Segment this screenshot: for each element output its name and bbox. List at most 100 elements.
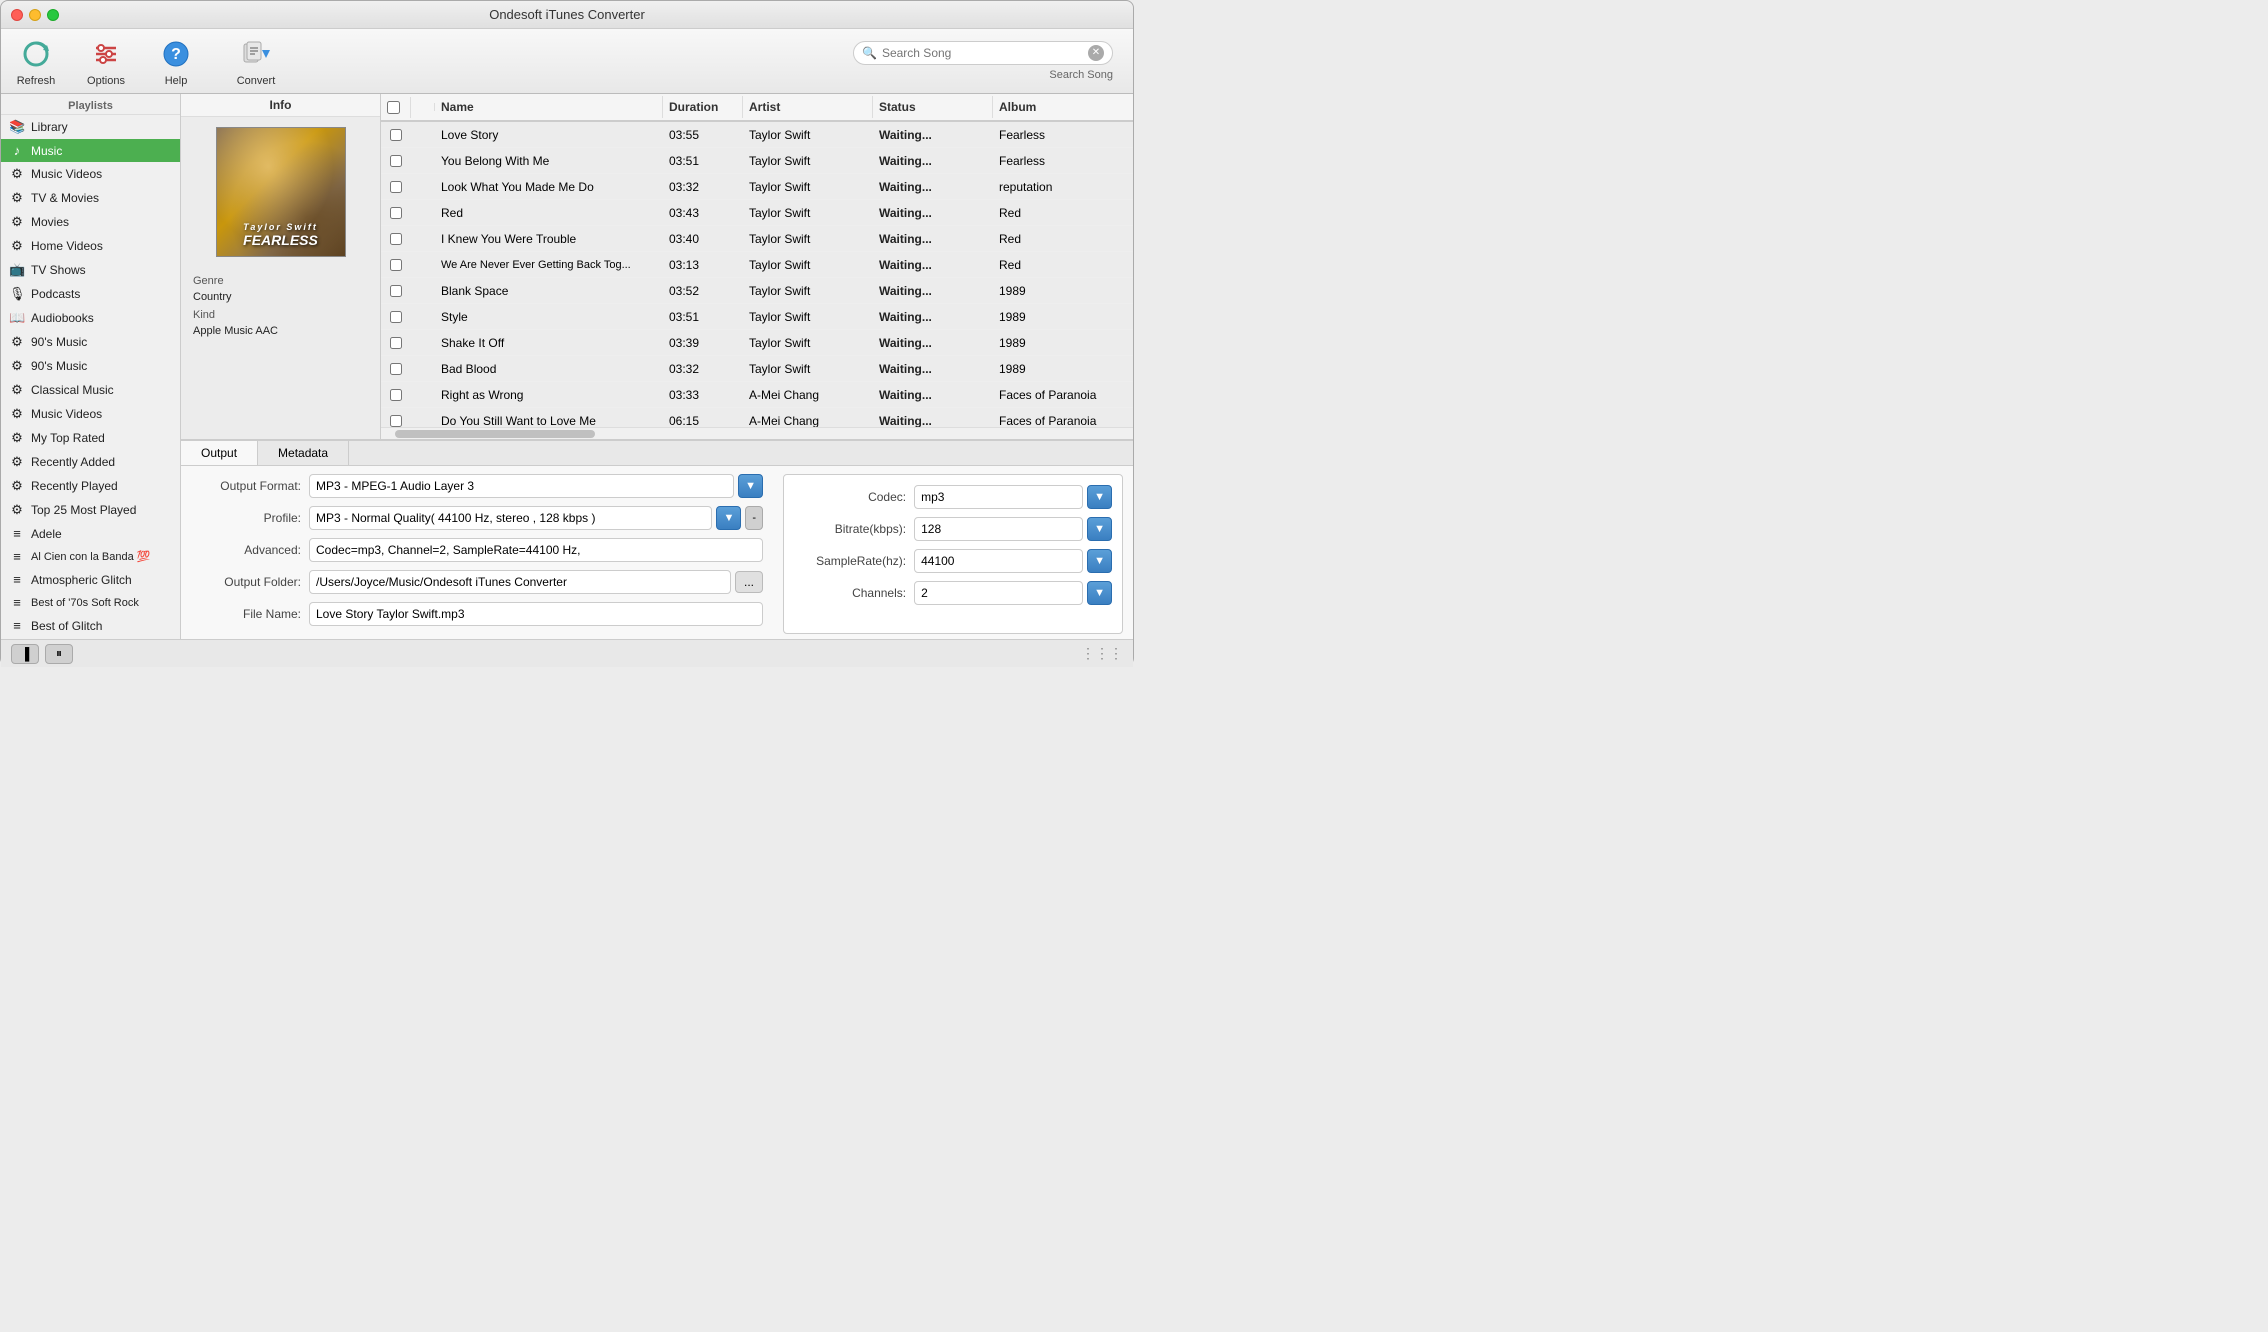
table-row[interactable]: Right as Wrong 03:33 A-Mei Chang Waiting…	[381, 382, 1133, 408]
table-row[interactable]: Red 03:43 Taylor Swift Waiting... Red	[381, 200, 1133, 226]
sidebar-item-music-videos-2[interactable]: ⚙ Music Videos	[1, 402, 180, 426]
horizontal-scrollbar[interactable]	[381, 427, 1133, 439]
row-checkbox[interactable]	[390, 181, 402, 193]
table-row[interactable]: Love Story 03:55 Taylor Swift Waiting...…	[381, 122, 1133, 148]
table-row[interactable]: I Knew You Were Trouble 03:40 Taylor Swi…	[381, 226, 1133, 252]
maximize-button[interactable]	[47, 9, 59, 21]
profile-minus[interactable]: -	[745, 506, 763, 530]
profile-dropdown[interactable]: ▼	[716, 506, 741, 530]
sidebar-item-recently-added[interactable]: ⚙ Recently Added	[1, 450, 180, 474]
row-checkbox[interactable]	[390, 415, 402, 427]
horizontal-scrollbar-thumb[interactable]	[395, 430, 595, 438]
sidebar-item-tv-shows[interactable]: 📺 TV Shows	[1, 258, 180, 282]
sidebar-item-classical[interactable]: ⚙ Classical Music	[1, 378, 180, 402]
sidebar-item-audiobooks[interactable]: 📖 Audiobooks	[1, 306, 180, 330]
sidebar-item-brad-paisley[interactable]: ≡ Brad Paisley - Love and Wa...	[1, 637, 180, 639]
samplerate-dropdown[interactable]: ▼	[1087, 549, 1112, 573]
row-checkbox[interactable]	[390, 259, 402, 271]
profile-input[interactable]	[309, 506, 712, 530]
minimize-button[interactable]	[29, 9, 41, 21]
row-checkbox[interactable]	[390, 155, 402, 167]
tab-output[interactable]: Output	[181, 441, 258, 465]
row-checkbox-container[interactable]	[381, 256, 411, 274]
row-checkbox-container[interactable]	[381, 282, 411, 300]
col-select-all[interactable]	[381, 97, 411, 118]
channels-dropdown[interactable]: ▼	[1087, 581, 1112, 605]
channels-input[interactable]	[914, 581, 1083, 605]
play-button[interactable]: ▐	[11, 644, 39, 664]
output-format-dropdown[interactable]: ▼	[738, 474, 763, 498]
sidebar-item-library[interactable]: 📚 Library	[1, 115, 180, 139]
row-checkbox[interactable]	[390, 337, 402, 349]
row-checkbox[interactable]	[390, 207, 402, 219]
table-row[interactable]: You Belong With Me 03:51 Taylor Swift Wa…	[381, 148, 1133, 174]
row-checkbox-container[interactable]	[381, 386, 411, 404]
samplerate-row: SampleRate(hz): ▼	[794, 549, 1112, 573]
row-checkbox[interactable]	[390, 363, 402, 375]
browse-folder-button[interactable]: ...	[735, 571, 763, 593]
row-checkbox-container[interactable]	[381, 152, 411, 170]
sidebar-item-home-videos[interactable]: ⚙ Home Videos	[1, 234, 180, 258]
table-row[interactable]: Blank Space 03:52 Taylor Swift Waiting..…	[381, 278, 1133, 304]
sidebar-item-al-cien[interactable]: ≡ Al Cien con la Banda 💯	[1, 545, 180, 568]
table-row[interactable]: Look What You Made Me Do 03:32 Taylor Sw…	[381, 174, 1133, 200]
row-checkbox-container[interactable]	[381, 308, 411, 326]
podcasts-icon: 🎙	[9, 286, 25, 302]
output-folder-input[interactable]	[309, 570, 731, 594]
sidebar-item-best-70s[interactable]: ≡ Best of '70s Soft Rock	[1, 591, 180, 614]
sidebar-item-my-top-rated[interactable]: ⚙ My Top Rated	[1, 426, 180, 450]
help-button[interactable]: ? Help	[151, 36, 201, 87]
help-icon: ?	[158, 36, 194, 72]
table-row[interactable]: Shake It Off 03:39 Taylor Swift Waiting.…	[381, 330, 1133, 356]
samplerate-input[interactable]	[914, 549, 1083, 573]
sidebar-item-adele[interactable]: ≡ Adele	[1, 522, 180, 545]
row-album: 1989	[993, 333, 1133, 353]
select-all-checkbox[interactable]	[387, 101, 400, 114]
table-row[interactable]: Style 03:51 Taylor Swift Waiting... 1989	[381, 304, 1133, 330]
table-row[interactable]: We Are Never Ever Getting Back Tog... 03…	[381, 252, 1133, 278]
sidebar-label-movies: Movies	[31, 215, 69, 229]
close-button[interactable]	[11, 9, 23, 21]
sidebar-item-atmospheric-glitch[interactable]: ≡ Atmospheric Glitch	[1, 568, 180, 591]
row-checkbox-container[interactable]	[381, 230, 411, 248]
refresh-button[interactable]: Refresh	[11, 36, 61, 87]
bitrate-input[interactable]	[914, 517, 1083, 541]
sidebar-item-90s-2[interactable]: ⚙ 90's Music	[1, 354, 180, 378]
sidebar-item-best-glitch[interactable]: ≡ Best of Glitch	[1, 614, 180, 637]
row-checkbox-container[interactable]	[381, 412, 411, 428]
tab-metadata[interactable]: Metadata	[258, 441, 349, 465]
codec-dropdown[interactable]: ▼	[1087, 485, 1112, 509]
row-checkbox-container[interactable]	[381, 126, 411, 144]
row-checkbox[interactable]	[390, 389, 402, 401]
row-checkbox-container[interactable]	[381, 204, 411, 222]
row-checkbox[interactable]	[390, 129, 402, 141]
advanced-input[interactable]	[309, 538, 763, 562]
output-format-input[interactable]	[309, 474, 734, 498]
row-checkbox-container[interactable]	[381, 178, 411, 196]
sidebar-item-music[interactable]: ♪ Music	[1, 139, 180, 162]
search-input[interactable]	[882, 46, 1083, 60]
table-row[interactable]: Do You Still Want to Love Me 06:15 A-Mei…	[381, 408, 1133, 427]
row-checkbox-container[interactable]	[381, 360, 411, 378]
row-artist: A-Mei Chang	[743, 411, 873, 428]
row-checkbox[interactable]	[390, 285, 402, 297]
sidebar-item-top-25[interactable]: ⚙ Top 25 Most Played	[1, 498, 180, 522]
sidebar-item-tv-movies[interactable]: ⚙ TV & Movies	[1, 186, 180, 210]
pause-button[interactable]: ⏸	[45, 644, 73, 664]
options-button[interactable]: Options	[81, 36, 131, 87]
row-checkbox[interactable]	[390, 311, 402, 323]
sidebar-item-podcasts[interactable]: 🎙 Podcasts	[1, 282, 180, 306]
sidebar-item-recently-played[interactable]: ⚙ Recently Played	[1, 474, 180, 498]
file-name-input[interactable]	[309, 602, 763, 626]
sidebar-item-movies[interactable]: ⚙ Movies	[1, 210, 180, 234]
bitrate-dropdown[interactable]: ▼	[1087, 517, 1112, 541]
convert-button[interactable]: Convert	[231, 36, 281, 87]
codec-input[interactable]	[914, 485, 1083, 509]
resize-grip[interactable]: ⋮⋮⋮	[1081, 645, 1123, 662]
sidebar-item-music-videos[interactable]: ⚙ Music Videos	[1, 162, 180, 186]
row-checkbox-container[interactable]	[381, 334, 411, 352]
sidebar-item-90s-1[interactable]: ⚙ 90's Music	[1, 330, 180, 354]
search-clear-button[interactable]: ✕	[1088, 45, 1104, 61]
table-row[interactable]: Bad Blood 03:32 Taylor Swift Waiting... …	[381, 356, 1133, 382]
row-checkbox[interactable]	[390, 233, 402, 245]
